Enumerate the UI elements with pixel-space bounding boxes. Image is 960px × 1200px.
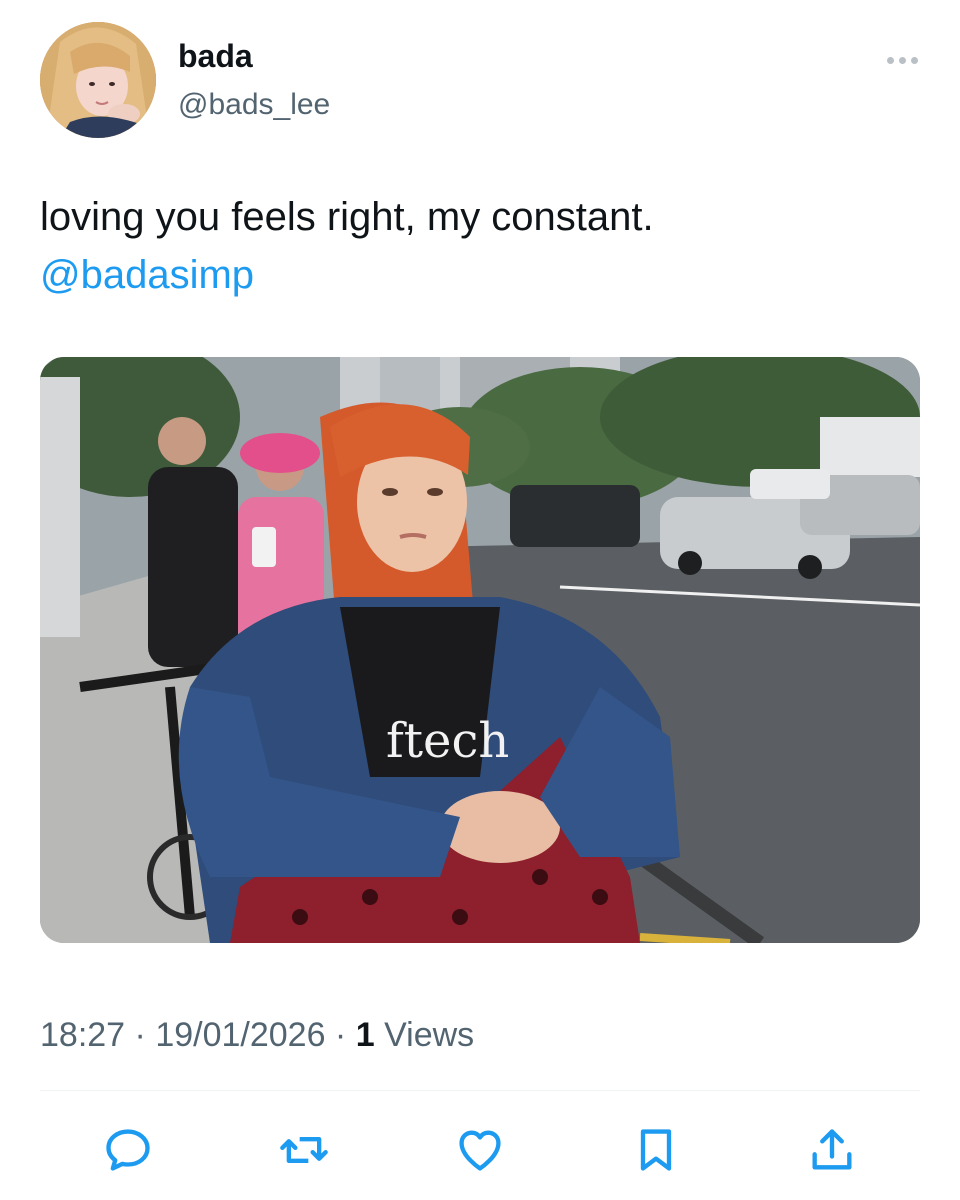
tweet-date[interactable]: 19/01/2026 [155, 1016, 325, 1054]
like-button[interactable] [450, 1120, 510, 1180]
meta-separator: · [125, 1016, 156, 1054]
share-button[interactable] [802, 1120, 862, 1180]
reply-button[interactable] [98, 1120, 158, 1180]
tweet-time[interactable]: 18:27 [40, 1016, 125, 1054]
shirt-print: ftech [386, 713, 509, 769]
meta-separator: · [325, 1016, 356, 1054]
tweet-text: loving you feels right, my constant. @ba… [40, 188, 920, 304]
bookmark-icon [640, 1129, 672, 1171]
dot [898, 56, 906, 64]
avatar-image [40, 22, 156, 138]
bookmark-button[interactable] [626, 1120, 686, 1180]
avatar[interactable] [40, 22, 156, 138]
retweet-button[interactable] [274, 1120, 334, 1180]
dot [910, 56, 918, 64]
views-label: Views [374, 1016, 475, 1054]
share-icon [812, 1129, 852, 1170]
photo-image: ftech [40, 357, 920, 943]
retweet-icon [280, 1137, 328, 1163]
user-handle[interactable]: @bads_lee [178, 88, 330, 122]
views-count: 1 [355, 1016, 375, 1054]
tweet-photo[interactable]: ftech [40, 357, 920, 943]
display-name[interactable]: bada [178, 38, 253, 75]
reply-icon [106, 1129, 150, 1171]
like-icon [459, 1130, 501, 1171]
more-options-icon[interactable] [884, 50, 920, 70]
mention-link[interactable]: @badasimp [40, 246, 920, 304]
divider [40, 1090, 920, 1091]
action-bar [0, 1120, 960, 1180]
tweet-meta: 18:27 · 19/01/2026 · 1 Views [40, 1016, 474, 1055]
dot [886, 56, 894, 64]
tweet-body: loving you feels right, my constant. [40, 195, 654, 239]
